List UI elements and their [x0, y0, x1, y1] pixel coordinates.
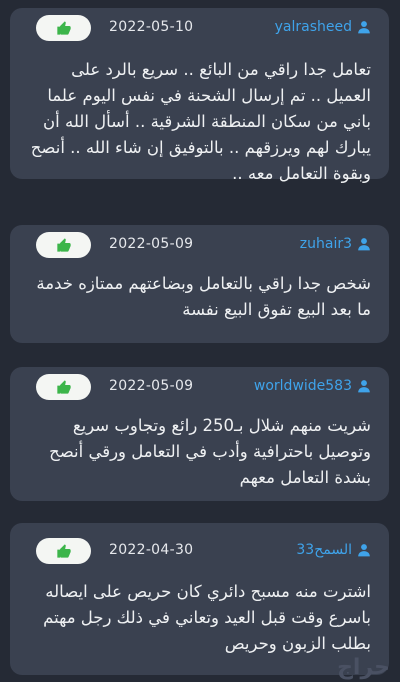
like-badge[interactable]	[36, 374, 91, 400]
username-link[interactable]: السمح33	[296, 542, 352, 558]
username-link[interactable]: worldwide583	[254, 378, 352, 394]
thumbs-up-icon	[56, 544, 71, 558]
review-date: 2022-05-09	[109, 378, 194, 394]
thumbs-up-icon	[56, 21, 71, 35]
review-user[interactable]: zuhair3	[300, 236, 371, 252]
review-user[interactable]: yalrasheed	[275, 19, 371, 35]
review-header: 2022-05-09 worldwide583	[24, 367, 371, 407]
review-text: شخص جدا راقي بالتعامل وبضاعتهم ممتازه خد…	[36, 274, 371, 319]
review-card: 2022-05-10 yalrasheed تعامل جدا راقي من …	[10, 8, 389, 183]
like-badge[interactable]	[36, 538, 91, 564]
username-link[interactable]: yalrasheed	[275, 19, 352, 35]
thumbs-up-icon	[56, 238, 71, 252]
username-link[interactable]: zuhair3	[300, 236, 352, 252]
user-icon	[357, 543, 371, 557]
review-text: شريت منهم شلال بـ250 رائع وتجاوب سريع وت…	[49, 416, 371, 487]
like-badge[interactable]	[36, 232, 91, 258]
review-header: 2022-04-30 السمح33	[24, 523, 371, 579]
review-header: 2022-05-10 yalrasheed	[24, 8, 371, 48]
review-user[interactable]: worldwide583	[254, 378, 371, 394]
review-text: تعامل جدا راقي من البائع .. سريع بالرد ع…	[30, 60, 371, 183]
review-date: 2022-05-09	[109, 236, 194, 252]
user-icon	[357, 20, 371, 34]
user-icon	[357, 379, 371, 393]
thumbs-up-icon	[56, 380, 71, 394]
user-icon	[357, 237, 371, 251]
review-header: 2022-05-09 zuhair3	[24, 225, 371, 265]
reviews-feed: 2022-05-10 yalrasheed تعامل جدا راقي من …	[0, 0, 400, 682]
review-date: 2022-04-30	[109, 542, 194, 558]
like-badge[interactable]	[36, 15, 91, 41]
review-card: 2022-04-30 السمح33 اشترت منه مسبح دائري …	[10, 523, 389, 675]
review-user[interactable]: السمح33	[296, 542, 371, 558]
review-card: 2022-05-09 worldwide583 شريت منهم شلال ب…	[10, 367, 389, 501]
haraj-watermark: حراج	[337, 655, 390, 680]
review-text: اشترت منه مسبح دائري كان حريص على ايصاله…	[43, 582, 371, 653]
review-date: 2022-05-10	[109, 19, 194, 35]
review-card: 2022-05-09 zuhair3 شخص جدا راقي بالتعامل…	[10, 225, 389, 343]
